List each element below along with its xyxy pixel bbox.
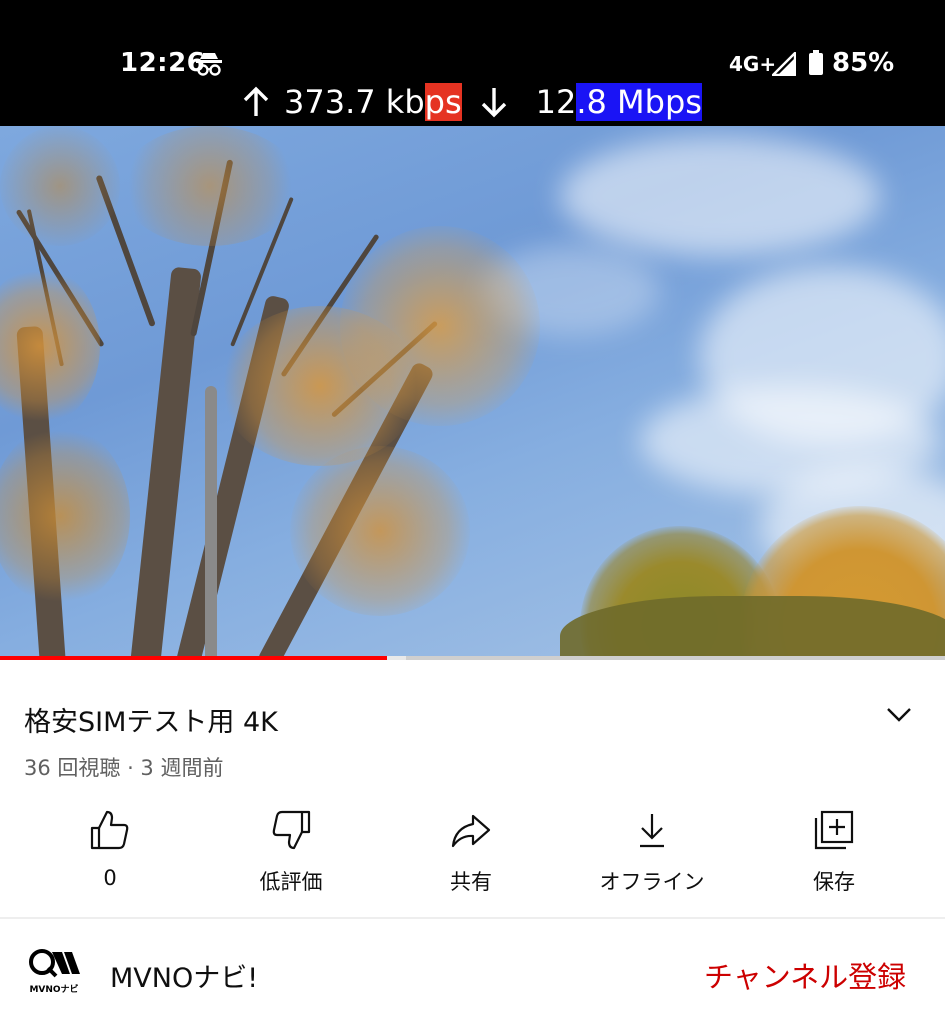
network-type: 4G+ bbox=[729, 52, 777, 76]
offline-download-button[interactable]: オフライン bbox=[562, 808, 742, 908]
chevron-down-icon[interactable] bbox=[884, 702, 914, 726]
channel-logo-text: MVNOナビ bbox=[29, 983, 78, 995]
incognito-icon bbox=[196, 53, 222, 76]
like-button[interactable]: 0 bbox=[20, 808, 200, 908]
video-title[interactable]: 格安SIMテスト用 4K bbox=[24, 700, 278, 739]
down-arrow-icon bbox=[481, 88, 506, 118]
video-progress-bar[interactable] bbox=[0, 656, 388, 660]
thumbs-down-icon bbox=[272, 810, 311, 850]
battery-percent: 85% bbox=[832, 48, 895, 78]
download-icon bbox=[640, 814, 664, 848]
share-button[interactable]: 共有 bbox=[381, 808, 561, 908]
upload-speed-text: 373.7 kbps bbox=[284, 83, 462, 121]
save-button[interactable]: 保存 bbox=[744, 808, 924, 908]
up-arrow-icon bbox=[243, 86, 269, 116]
add-to-playlist-icon bbox=[814, 810, 854, 850]
share-label: 共有 bbox=[450, 870, 492, 894]
video-player[interactable] bbox=[0, 126, 945, 656]
share-icon bbox=[451, 814, 491, 848]
save-label: 保存 bbox=[813, 870, 855, 894]
upload-speed: 373.7 kbps bbox=[284, 83, 462, 121]
divider bbox=[0, 917, 945, 919]
network-speed-meter: 373.7 kbps 12.8 Mbps bbox=[238, 80, 702, 124]
action-bar: 0 低評価 共有 オフライン 保存 bbox=[0, 808, 945, 908]
dislike-button[interactable]: 低評価 bbox=[201, 808, 381, 908]
status-bar: 12:26 4G+ 85% 373.7 kbps 12.8 Mbps bbox=[0, 0, 945, 126]
offline-label: オフライン bbox=[599, 870, 705, 894]
clock: 12:26 bbox=[120, 48, 206, 78]
subscribe-button[interactable]: チャンネル登録 bbox=[704, 954, 906, 996]
signal-icon bbox=[772, 52, 796, 76]
thumbs-up-icon bbox=[90, 810, 129, 850]
download-speed-text: 12.8 Mbps bbox=[535, 83, 702, 121]
download-speed: 12.8 Mbps bbox=[536, 83, 702, 121]
dislike-label: 低評価 bbox=[259, 870, 323, 894]
channel-name[interactable]: MVNOナビ! bbox=[110, 956, 258, 995]
like-count: 0 bbox=[103, 866, 117, 890]
video-meta: 36 回視聴 · 3 週間前 bbox=[24, 756, 224, 780]
video-buffer-bar bbox=[387, 656, 407, 660]
channel-avatar[interactable]: MVNOナビ bbox=[26, 946, 82, 996]
battery-icon bbox=[809, 50, 823, 75]
